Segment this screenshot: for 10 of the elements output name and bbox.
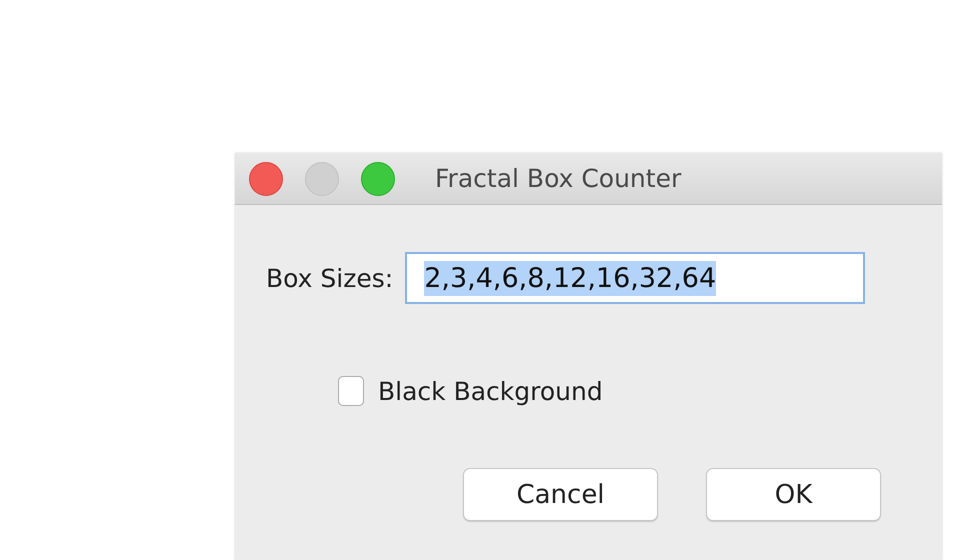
cancel-button[interactable]: Cancel xyxy=(463,468,658,521)
zoom-icon[interactable] xyxy=(361,162,395,196)
box-sizes-field[interactable]: 2,3,4,6,8,12,16,32,64 xyxy=(405,252,866,304)
close-icon[interactable] xyxy=(249,162,283,196)
box-sizes-label: Box Sizes: xyxy=(266,264,394,292)
ok-button[interactable]: OK xyxy=(706,468,881,521)
window-title: Fractal Box Counter xyxy=(435,164,682,193)
checkbox[interactable] xyxy=(338,376,364,406)
minimize-icon[interactable] xyxy=(305,162,339,196)
checkbox-label: Black Background xyxy=(378,376,603,406)
